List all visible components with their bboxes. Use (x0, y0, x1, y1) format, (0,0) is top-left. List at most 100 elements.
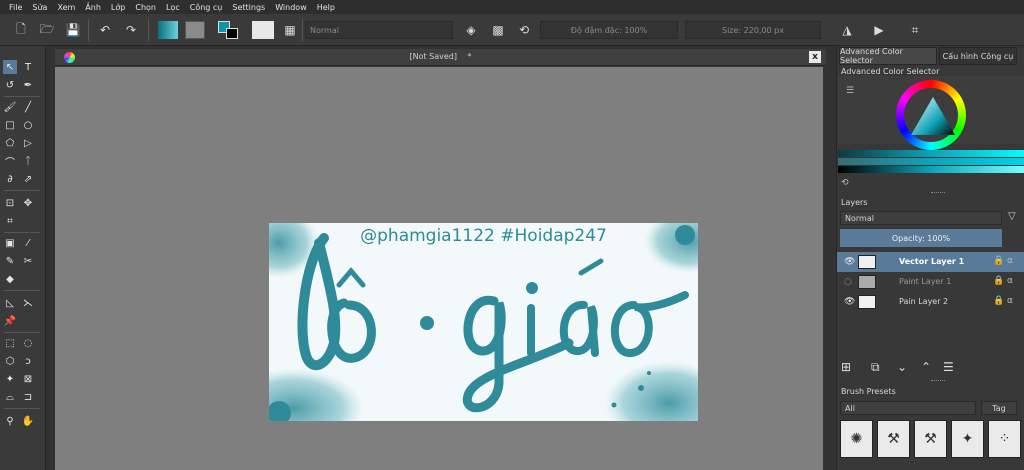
polyline-tool-icon[interactable]: ▷ (21, 136, 35, 150)
alpha-icon[interactable]: α (1007, 276, 1013, 286)
calligraphy-icon[interactable]: ✒ (21, 78, 35, 92)
color-bar-2[interactable] (838, 158, 1024, 165)
ellipse-tool-icon[interactable]: ○ (21, 118, 35, 132)
similar-select-icon[interactable]: ⊠ (21, 372, 35, 386)
lock-icon[interactable]: 🔒 (993, 256, 1004, 266)
smart-patch-icon[interactable]: ✂ (21, 254, 35, 268)
eraser-icon[interactable]: ◈ (462, 21, 480, 39)
mirror-vertical-icon[interactable]: ▶ (870, 21, 888, 39)
colorize-mask-icon[interactable]: ✎ (3, 254, 17, 268)
layer-row-paint-2[interactable]: 👁 Pain Layer 2 🔒 α (837, 292, 1024, 312)
color-bar-3[interactable] (838, 166, 1024, 173)
tab-tool-options[interactable]: Cấu hình Công cụ (939, 47, 1017, 65)
layers-opacity-slider[interactable]: Opacity: 100% (840, 229, 1002, 247)
tag-select[interactable]: Tag (981, 401, 1017, 415)
brush-preset-2[interactable]: ⚒ (877, 420, 910, 458)
brush-preset-4[interactable]: ✦ (951, 420, 984, 458)
undo-icon[interactable]: ↶ (96, 21, 114, 39)
opacity-slider[interactable]: Độ đậm đặc: 100% (540, 21, 678, 39)
visibility-hidden-icon[interactable]: ○ (844, 277, 855, 287)
polygon-tool-icon[interactable]: ⬠ (3, 136, 17, 150)
bezier-select-icon[interactable]: ⌓ (3, 390, 17, 404)
move-up-icon[interactable]: ⌃ (921, 360, 931, 374)
rect-select-icon[interactable]: ⬚ (3, 336, 17, 350)
tab-advanced-color-selector[interactable]: Advanced Color Selector (839, 47, 937, 65)
wrap-icon[interactable]: ⌗ (906, 21, 924, 39)
visibility-eye-icon[interactable]: 👁 (844, 257, 855, 267)
canvas-scrollbar[interactable] (823, 67, 826, 470)
brush-tool-icon[interactable]: 🖌 (3, 100, 17, 114)
blend-mode-select[interactable]: Normal (305, 21, 453, 39)
polygon-select-icon[interactable]: ⬡ (3, 354, 17, 368)
menu-image[interactable]: Ảnh (80, 3, 106, 12)
panel-splitter[interactable] (931, 192, 945, 194)
brush-preset-icon[interactable] (252, 21, 274, 39)
ellipse-select-icon[interactable]: ◌ (21, 336, 35, 350)
alpha-icon[interactable]: α (1007, 296, 1013, 306)
layers-blend-select[interactable]: Normal (840, 211, 1002, 225)
menu-layer[interactable]: Lớp (106, 3, 130, 12)
mirror-horizontal-icon[interactable]: ◮ (838, 21, 856, 39)
lock-icon[interactable]: 🔒 (993, 296, 1004, 306)
magnetic-select-icon[interactable]: ⊐ (21, 390, 35, 404)
transform-tool-icon[interactable]: ⊡ (3, 196, 17, 210)
brush-preset-3[interactable]: ⚒ (914, 420, 947, 458)
settings-list-icon[interactable]: ☰ (846, 86, 854, 96)
freehand-select-icon[interactable]: ↄ (21, 354, 35, 368)
duplicate-layer-icon[interactable]: ⧉ (871, 360, 880, 375)
pan-tool-icon[interactable]: ✋ (21, 414, 35, 428)
line-tool-icon[interactable]: ╱ (21, 100, 35, 114)
close-document-button[interactable]: x (809, 51, 821, 63)
freehand-path-icon[interactable]: ᛏ (21, 154, 35, 168)
brush-preset-1[interactable]: ✺ (840, 420, 873, 458)
crop-tool-icon[interactable]: ⌗ (3, 214, 17, 228)
hue-wheel[interactable] (896, 80, 966, 150)
grid-icon[interactable]: ▦ (281, 21, 299, 39)
visibility-eye-icon[interactable]: 👁 (844, 297, 855, 307)
menu-window[interactable]: Window (270, 3, 312, 12)
dynamic-brush-icon[interactable]: ∂ (3, 172, 17, 186)
refresh-icon[interactable]: ⟲ (841, 178, 849, 188)
contiguous-select-icon[interactable]: ✦ (3, 372, 17, 386)
save-icon[interactable]: 💾 (64, 21, 82, 39)
measure-tool-icon[interactable]: ◺ (3, 296, 17, 310)
menu-help[interactable]: Help (312, 3, 340, 12)
artwork-canvas[interactable]: @phamgia1122 #Hoidap247 (269, 223, 698, 421)
pattern-swatch[interactable] (185, 21, 205, 39)
menu-file[interactable]: File (4, 3, 27, 12)
panel-splitter-2[interactable] (931, 380, 945, 382)
text-tool-icon[interactable]: T (21, 60, 35, 74)
color-picker-icon[interactable]: ⁄ (21, 236, 35, 250)
menu-select[interactable]: Chọn (130, 3, 161, 12)
bezier-tool-icon[interactable]: ⌒ (3, 154, 17, 169)
redo-icon[interactable]: ↷ (122, 21, 140, 39)
open-folder-icon[interactable]: 🗁 (38, 21, 56, 39)
color-wheel-area[interactable]: ☰ (838, 76, 1024, 150)
layer-properties-icon[interactable]: ☰ (943, 360, 954, 374)
canvas-viewport[interactable]: @phamgia1122 #Hoidap247 (55, 67, 823, 470)
document-tab[interactable]: [Not Saved] * x (55, 49, 826, 66)
menu-tools[interactable]: Công cụ (185, 3, 228, 12)
menu-edit[interactable]: Sửa (27, 3, 52, 12)
filter-icon[interactable]: ▽ (1008, 211, 1016, 222)
layer-row-paint-1[interactable]: ○ Paint Layer 1 🔒 α (837, 272, 1024, 292)
layer-row-vector-1[interactable]: 👁 Vector Layer 1 🔒 α (837, 252, 1024, 272)
reference-tool-icon[interactable]: 📌 (3, 314, 17, 328)
fill-tool-icon[interactable]: ◆ (3, 272, 17, 286)
reload-icon[interactable]: ⟲ (515, 21, 533, 39)
brush-preset-5[interactable]: ⁘ (988, 420, 1021, 458)
new-document-icon[interactable]: 🗋 (12, 21, 30, 39)
select-shapes-icon[interactable]: ↖ (3, 60, 17, 74)
gradient-tool-icon[interactable]: ▣ (3, 236, 17, 250)
saturation-triangle[interactable] (911, 97, 955, 135)
gradient-swatch[interactable] (158, 21, 178, 39)
add-layer-icon[interactable]: ⊞ (841, 360, 851, 374)
menu-settings[interactable]: Settings (227, 3, 270, 12)
zoom-tool-icon[interactable]: ⚲ (3, 414, 17, 428)
rectangle-tool-icon[interactable]: □ (3, 118, 17, 132)
fg-bg-color-swatch[interactable] (218, 21, 240, 39)
edit-shapes-icon[interactable]: ↺ (3, 78, 17, 92)
multibrush-icon[interactable]: ⇗ (21, 172, 35, 186)
menu-view[interactable]: Xem (52, 3, 80, 12)
alpha-icon[interactable]: α (1007, 256, 1013, 266)
